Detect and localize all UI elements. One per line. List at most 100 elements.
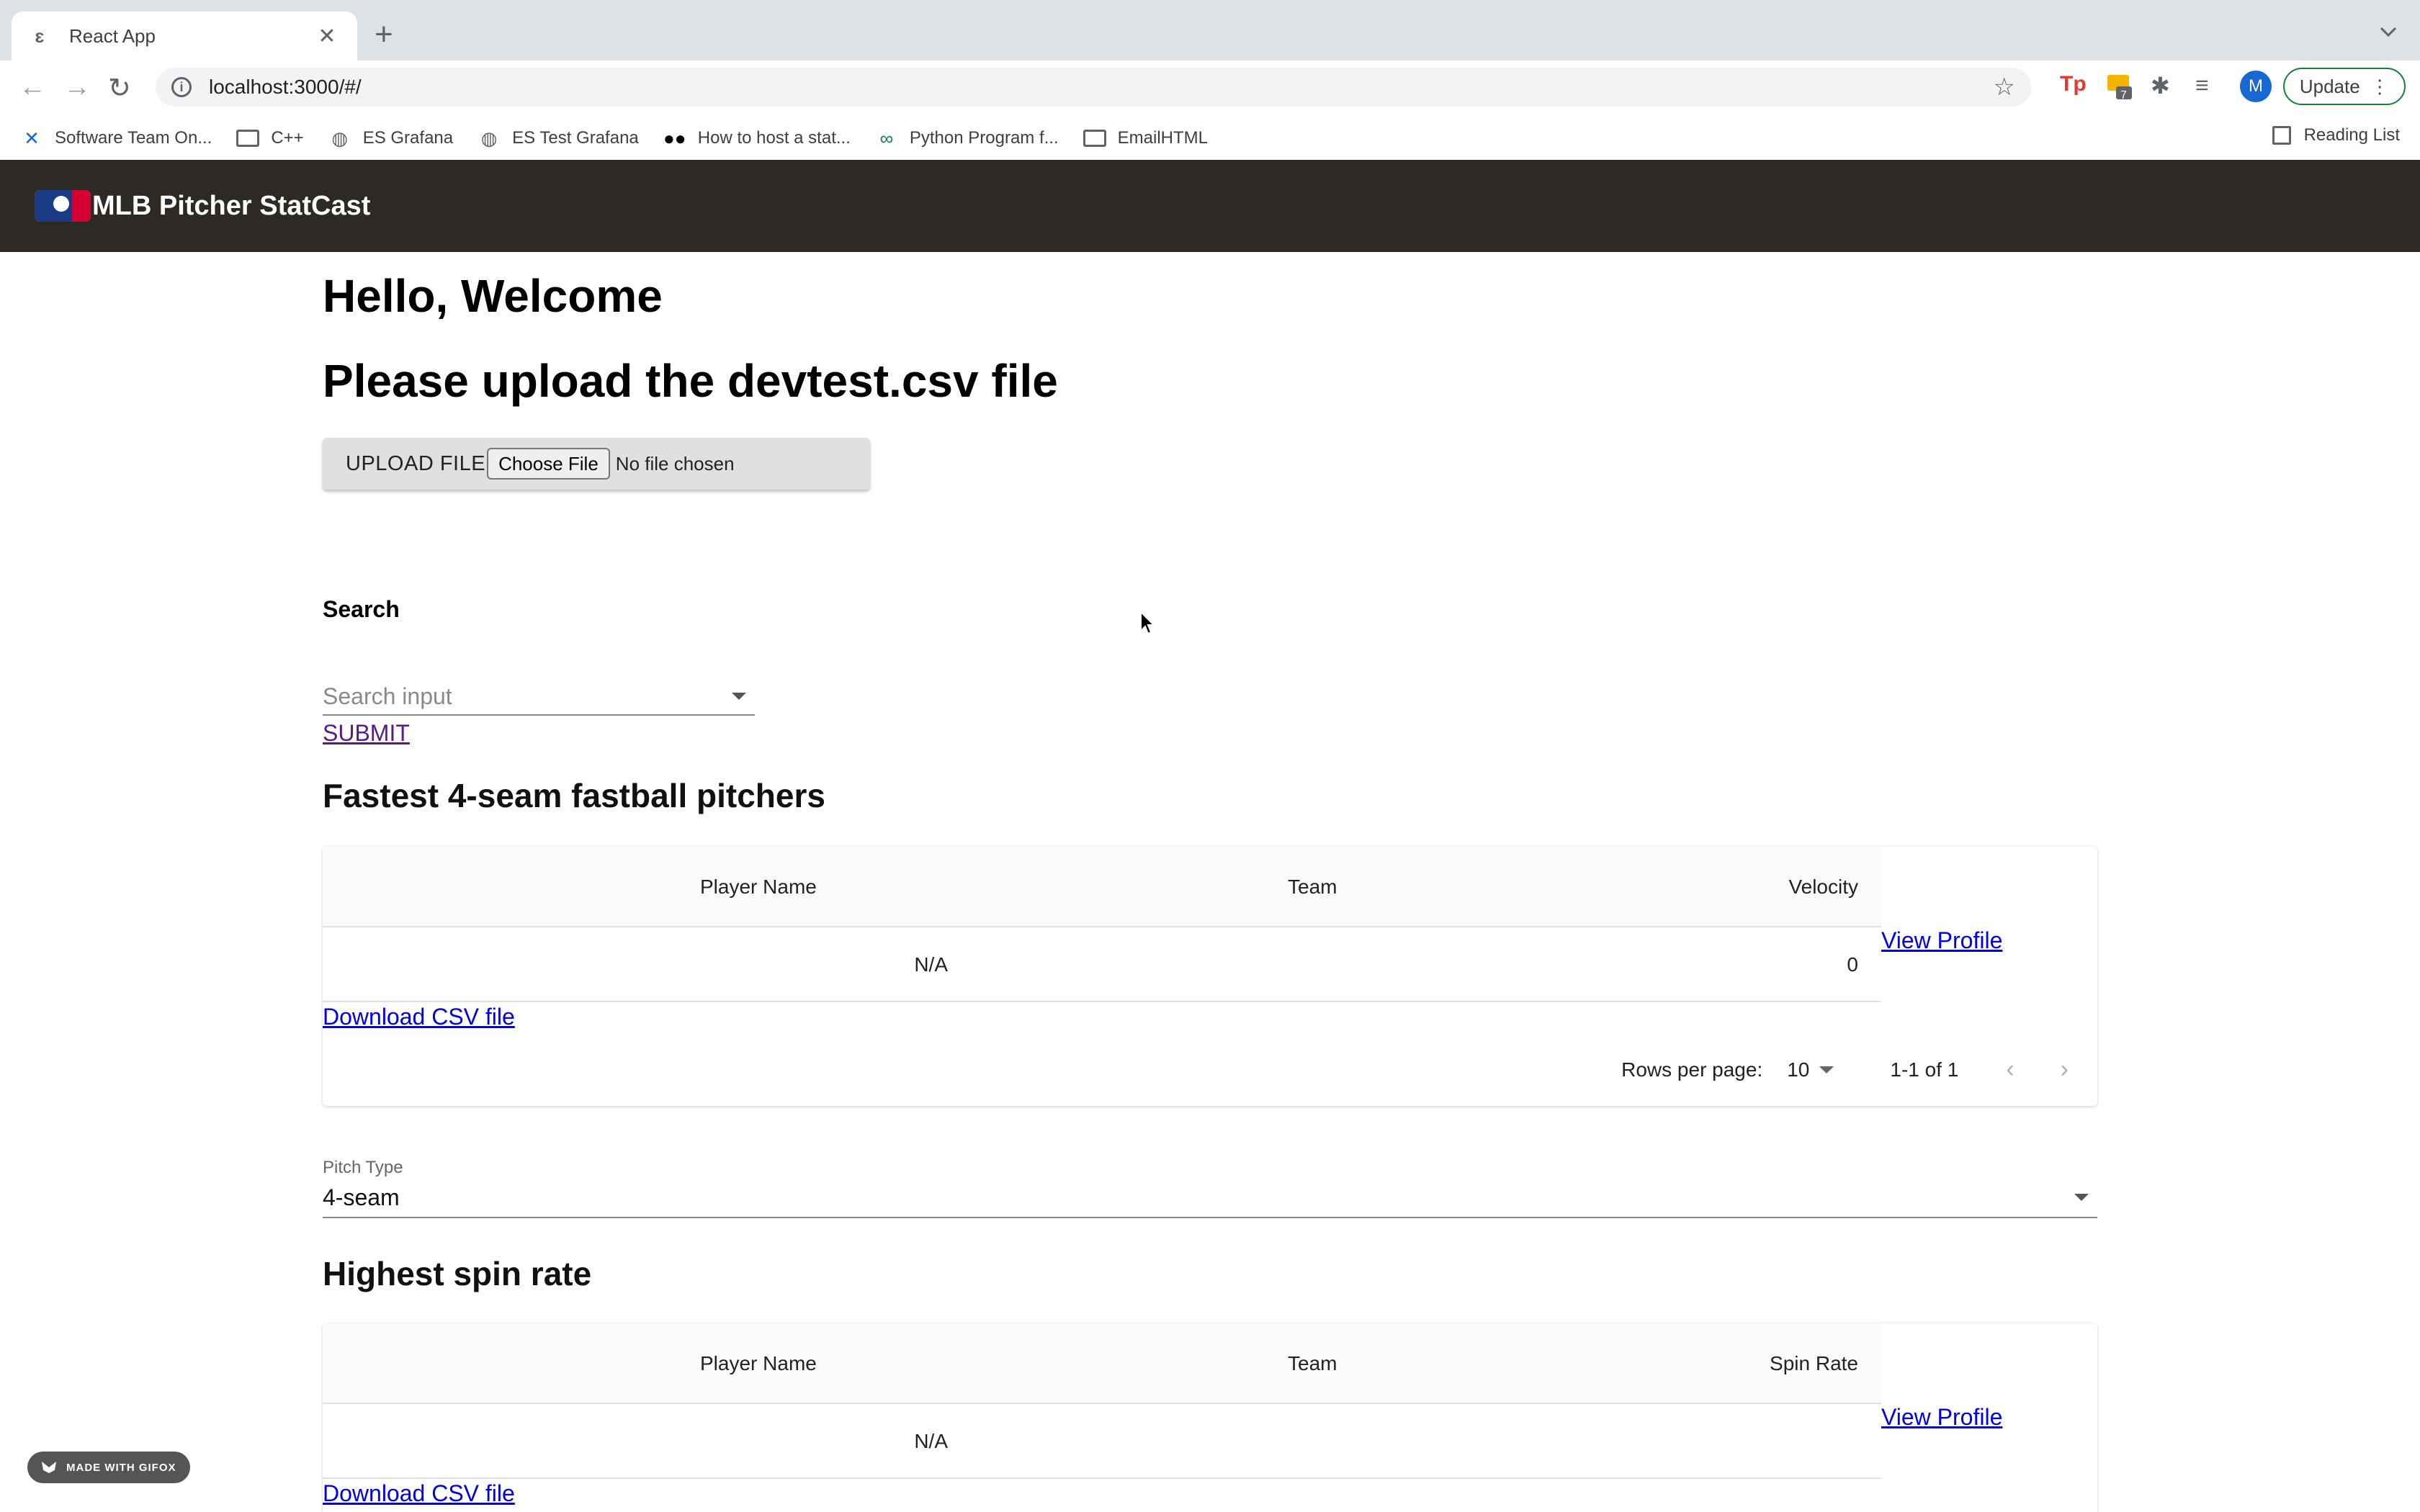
cell-velocity: 0 [1847,953,1858,976]
column-header-player: Player Name [700,1352,817,1374]
gifox-watermark: MADE WITH GIFOX [27,1452,190,1483]
previous-page-icon[interactable]: ‹ [2006,1056,2014,1084]
table-header: Player Name Team Velocity [323,847,1881,927]
forward-icon[interactable]: → [63,72,91,103]
tab-search-icon[interactable] [2378,22,2398,42]
bookmark-star-icon[interactable]: ☆ [1994,73,2015,102]
table-row: N/A 0 [323,927,1881,1002]
logo-red [72,190,91,222]
greeting-heading: Hello, Welcome [323,270,663,322]
folder-shape [236,130,260,147]
table-header: Player Name Team Spin Rate [323,1323,1881,1404]
react-favicon-icon: ɛ [35,24,45,47]
column-header-player: Player Name [700,876,817,898]
bookmark-es-grafana[interactable]: ◍ ES Grafana [328,127,454,149]
column-header-team: Team [1288,876,1337,898]
pitch-type-label: Pitch Type [323,1158,403,1177]
cell-team: N/A [914,953,948,976]
next-page-icon[interactable]: › [2061,1056,2069,1084]
confluence-icon: ✕ [24,127,40,149]
search-input[interactable]: Search input [323,678,755,716]
bookmark-label: How to host a stat... [697,128,851,148]
extension-badge-count: 7 [2120,89,2127,102]
profile-avatar[interactable]: M [2240,71,2272,102]
bookmark-host-static[interactable]: ●● How to host a stat... [663,127,851,149]
pitch-type-value: 4-seam [323,1184,400,1210]
no-file-text: No file chosen [615,452,735,474]
bookmark-emailhtml[interactable]: EmailHTML [1083,128,1208,148]
folder-icon [1083,128,1106,148]
bookmark-python-program[interactable]: ∞ Python Program f... [875,127,1059,149]
upload-file-label: UPLOAD FILE [346,451,486,475]
bookmark-es-test-grafana[interactable]: ◍ ES Test Grafana [478,127,639,149]
rows-per-page-label: Rows per page: [1621,1058,1763,1081]
bookmark-label: C++ [271,128,304,148]
url-text[interactable]: localhost:3000/#/ [209,76,362,99]
globe-icon: ◍ [480,127,498,149]
view-profile-link[interactable]: View Profile [1881,1404,2002,1431]
bookmark-label: EmailHTML [1117,128,1208,148]
bookmark-label: Software Team On... [55,128,212,148]
spin-table: Player Name Team Spin Rate N/A View Prof… [323,1323,2097,1512]
browser-tab[interactable]: ɛ React App ✕ [12,12,357,60]
more-menu-icon: ⋮ [2370,75,2390,97]
mlb-logo-icon [35,190,91,222]
chevron-down-icon [1819,1066,1834,1074]
extensions-puzzle-icon[interactable]: ✱ [2151,72,2170,99]
chevron-down-icon[interactable] [732,693,746,700]
view-profile-link[interactable]: View Profile [1881,927,2002,954]
download-csv-link[interactable]: Download CSV file [323,1004,515,1030]
pagination-range: 1-1 of 1 [1890,1058,1959,1081]
reload-icon[interactable]: ↻ [108,72,131,104]
site-info-icon[interactable]: i [171,77,192,97]
reading-list-icon [2272,126,2291,145]
bookmark-label: ES Test Grafana [512,128,639,148]
spin-title: Highest spin rate [323,1255,592,1292]
search-label: Search [323,596,400,622]
fastest-title: Fastest 4-seam fastball pitchers [323,777,825,814]
app-bar: MLB Pitcher StatCast [0,160,2420,252]
close-tab-icon[interactable]: ✕ [314,24,340,49]
fastest-table: Player Name Team Velocity N/A 0 View Pro… [323,847,2097,1106]
upload-file-button[interactable]: UPLOAD FILE Choose File No file chosen [323,438,870,490]
choose-file-button[interactable]: Choose File [487,448,610,480]
submit-link[interactable]: SUBMIT [323,720,410,747]
column-header-velocity: Velocity [1788,876,1859,898]
rows-per-page-value: 10 [1787,1058,1810,1081]
reading-list-button[interactable]: Reading List [2272,125,2400,145]
link-icon: ∞ [879,127,894,149]
cell-team: N/A [914,1430,948,1452]
gifox-logo-icon [42,1462,56,1473]
rows-per-page-select[interactable]: 10 [1787,1058,1834,1081]
app-title: MLB Pitcher StatCast [92,190,371,221]
update-button[interactable]: Update ⋮ [2283,68,2406,105]
bookmark-cpp[interactable]: C++ [236,128,304,148]
folder-icon [236,128,260,148]
bookmark-software-team[interactable]: ✕ Software Team On... [20,127,212,149]
tab-strip: ɛ React App ✕ + [0,0,2420,60]
bookmarks-bar: ✕ Software Team On... C++ ◍ ES Grafana ◍… [0,117,2420,160]
folder-shape [1083,130,1106,147]
back-icon[interactable]: ← [19,72,46,103]
tab-title: React App [69,24,156,47]
column-header-spin-rate: Spin Rate [1770,1352,1858,1374]
table-row: N/A [323,1404,1881,1479]
pitch-type-select[interactable]: 4-seam [323,1178,2097,1218]
bookmark-label: ES Grafana [362,128,454,148]
watermark-text: MADE WITH GIFOX [66,1461,176,1474]
logo-figure [53,196,69,212]
download-csv-link[interactable]: Download CSV file [323,1480,515,1507]
globe-icon: ◍ [331,127,349,149]
new-tab-button[interactable]: + [375,19,393,50]
update-label: Update [2299,75,2360,97]
column-header-team: Team [1288,1352,1337,1374]
bookmark-label: Python Program f... [909,128,1059,148]
table-pagination: Rows per page: 10 1-1 of 1 ‹ › [1621,1056,2097,1084]
tp-extension-icon[interactable]: Tp [2060,72,2087,96]
mouse-cursor-icon [1140,611,1156,635]
medium-icon: ●● [663,127,686,149]
media-control-icon[interactable]: ≡ [2195,72,2209,99]
search-placeholder: Search input [323,683,452,709]
reading-list-label: Reading List [2303,125,2400,145]
address-bar[interactable]: i localhost:3000/#/ ☆ [156,68,2031,107]
